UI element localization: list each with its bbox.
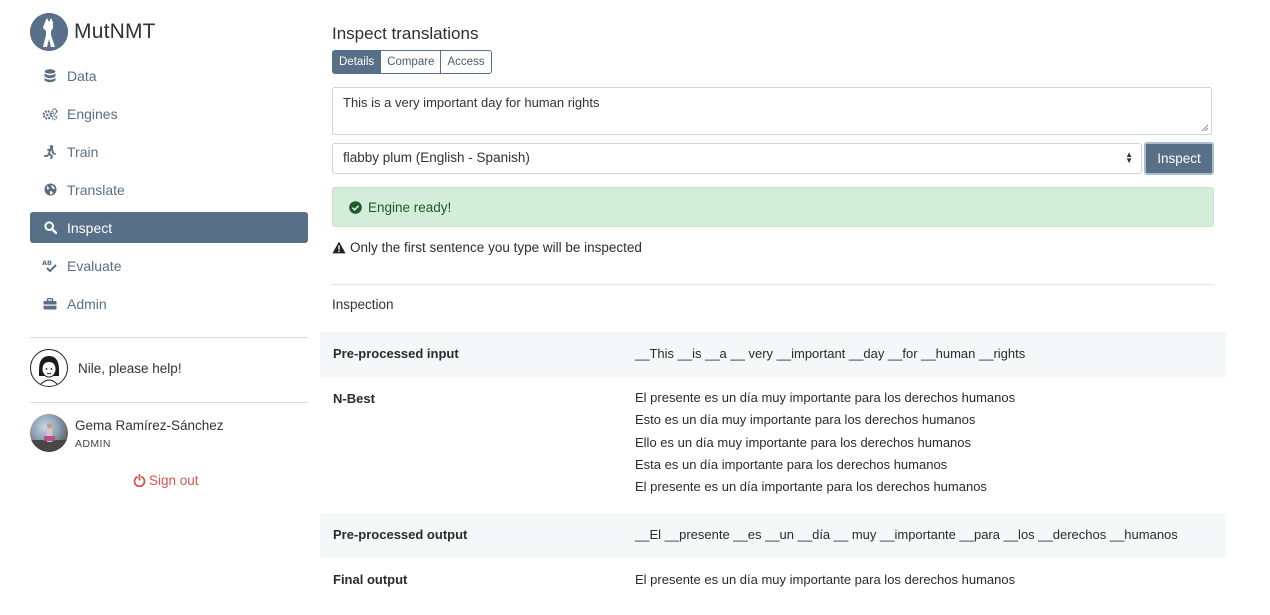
warning-note: Only the first sentence you type will be… <box>332 240 642 255</box>
toolbox-icon <box>42 296 58 312</box>
globe-icon <box>42 182 58 198</box>
running-icon <box>42 144 58 160</box>
alert-text: Engine ready! <box>368 199 452 215</box>
row-label: Pre-processed input <box>333 346 459 361</box>
row-value: El presente es un día muy importante par… <box>635 572 1016 587</box>
table-row: Final output El presente es un día muy i… <box>320 558 1226 603</box>
sign-out-button[interactable]: Sign out <box>133 473 199 488</box>
list-item: El presente es un día muy importante par… <box>635 390 1016 405</box>
source-text-value: This is a very important day for human r… <box>343 95 600 110</box>
inspect-tabs: Details Compare Access <box>332 50 492 74</box>
row-label: N-Best <box>333 391 375 406</box>
list-item: Esto es un día muy importante para los d… <box>635 412 976 428</box>
engine-select[interactable]: flabby plum (English - Spanish) ▲ ▼ <box>332 143 1142 174</box>
sidebar-divider <box>30 337 308 338</box>
gears-icon <box>42 106 58 122</box>
user-role: ADMIN <box>75 438 111 450</box>
check-circle-icon <box>349 200 362 214</box>
sign-out-label: Sign out <box>149 473 199 488</box>
tab-compare[interactable]: Compare <box>380 50 442 74</box>
section-divider <box>332 284 1214 285</box>
sidebar-item-label: Data <box>67 67 97 84</box>
sidebar-item-label: Train <box>67 143 99 160</box>
sidebar-nav: Data Engines Train Translate Inspect AB … <box>30 60 308 326</box>
section-title: Inspection <box>332 297 394 312</box>
database-icon <box>42 68 58 84</box>
sidebar-item-engines[interactable]: Engines <box>30 98 308 129</box>
brand-name: MutNMT <box>74 20 156 43</box>
sidebar-item-train[interactable]: Train <box>30 136 308 167</box>
help-link[interactable]: Nile, please help! <box>30 349 182 387</box>
svg-text:AB: AB <box>42 259 52 267</box>
table-row: N-Best El presente es un día muy importa… <box>320 377 1226 513</box>
sidebar-item-label: Admin <box>67 295 107 312</box>
source-text-input[interactable]: This is a very important day for human r… <box>332 87 1212 135</box>
help-avatar <box>30 349 68 387</box>
list-item: Ello es un día muy importante para los d… <box>635 434 972 450</box>
row-value: __El __presente __es __un __día __ muy _… <box>635 527 1178 542</box>
warning-icon <box>332 241 346 254</box>
page-title: Inspect translations <box>332 24 479 43</box>
sidebar-item-admin[interactable]: Admin <box>30 288 308 319</box>
warning-text: Only the first sentence you type will be… <box>350 240 642 255</box>
nbest-list: El presente es un día muy importante par… <box>635 387 1015 498</box>
select-caret-icon: ▲ ▼ <box>1125 150 1133 165</box>
spell-check-icon: AB <box>42 258 58 274</box>
user-name: Gema Ramírez-Sánchez <box>75 418 224 433</box>
sidebar-item-inspect[interactable]: Inspect <box>30 212 308 243</box>
table-row: Pre-processed input __This __is __a __ v… <box>320 332 1226 377</box>
inspection-table: Pre-processed input __This __is __a __ v… <box>320 332 1226 603</box>
engine-select-value: flabby plum (English - Spanish) <box>343 150 530 165</box>
sidebar-item-label: Inspect <box>67 219 113 236</box>
row-value: __This __is __a __ very __important __da… <box>635 346 1026 361</box>
sidebar-divider <box>30 402 308 403</box>
sidebar-item-label: Engines <box>67 105 118 122</box>
sidebar-item-data[interactable]: Data <box>30 60 308 91</box>
resize-handle-icon[interactable] <box>1201 124 1209 132</box>
help-label: Nile, please help! <box>78 360 182 376</box>
list-item: El presente es un día importante para lo… <box>635 479 987 495</box>
row-label: Final output <box>333 572 408 587</box>
list-item: Esta es un día importante para los derec… <box>635 456 948 472</box>
avatar <box>30 414 68 452</box>
brand-logo-icon <box>30 13 68 51</box>
user-profile[interactable]: Gema Ramírez-Sánchez ADMIN <box>30 414 224 452</box>
brand[interactable]: MutNMT <box>30 10 156 54</box>
engine-ready-alert: Engine ready! <box>332 187 1214 227</box>
table-row: Pre-processed output __El __presente __e… <box>320 513 1226 558</box>
tab-access[interactable]: Access <box>440 50 492 74</box>
sidebar-item-label: Translate <box>67 181 125 198</box>
sidebar-item-evaluate[interactable]: AB Evaluate <box>30 250 308 281</box>
sidebar-item-translate[interactable]: Translate <box>30 174 308 205</box>
search-icon <box>42 220 58 236</box>
row-label: Pre-processed output <box>333 527 468 542</box>
tab-details[interactable]: Details <box>332 50 382 74</box>
sidebar-item-label: Evaluate <box>67 257 122 274</box>
inspect-button[interactable]: Inspect <box>1144 142 1214 175</box>
sidebar: MutNMT Data Engines Train Translate Insp… <box>30 0 308 615</box>
power-icon <box>133 474 146 487</box>
